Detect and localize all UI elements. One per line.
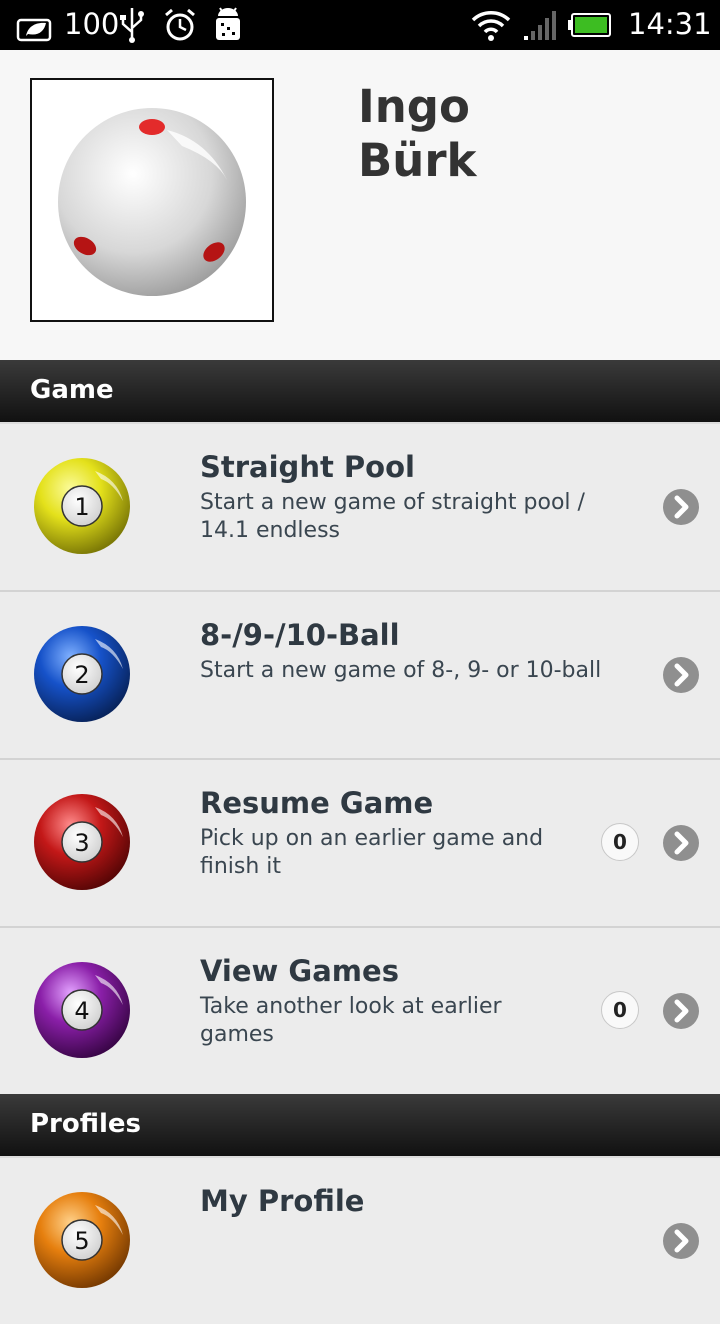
ball-2-icon: 2 [34, 626, 130, 722]
chevron-right-icon[interactable] [662, 488, 700, 526]
menu-item-8-9-10-ball[interactable]: 2 8-/9-/10-Ball Start a new game of 8-, … [0, 592, 720, 760]
leaf-battery-saver-icon [16, 18, 52, 42]
row-description: Take another look at earlier games [200, 994, 502, 1047]
section-title: Profiles [30, 1109, 142, 1139]
row-title: Straight Pool [200, 450, 415, 484]
profile-last-name: Bürk [358, 134, 477, 187]
row-description: Start a new game of 8-, 9- or 10-ball [200, 658, 602, 683]
signal-icon [524, 11, 556, 40]
status-bar: 100 14:31 [0, 0, 720, 50]
count-badge: 0 [601, 823, 639, 861]
usb-icon [120, 8, 144, 43]
menu-item-view-games[interactable]: 4 View Games Take another look at earlie… [0, 928, 720, 1096]
section-header-game: Game [0, 360, 720, 424]
menu-item-straight-pool[interactable]: 1 Straight Pool Start a new game of stra… [0, 424, 720, 592]
row-description: Start a new game of straight pool / 14.1… [200, 490, 585, 543]
section-header-profiles: Profiles [0, 1094, 720, 1158]
profile-avatar[interactable] [30, 78, 274, 322]
wifi-icon [471, 11, 511, 41]
ball-3-icon: 3 [34, 794, 130, 890]
ball-number: 2 [74, 661, 89, 689]
ball-5-icon: 5 [34, 1192, 130, 1288]
ball-4-icon: 4 [34, 962, 130, 1058]
ball-number: 3 [74, 829, 89, 857]
ball-number: 1 [74, 493, 89, 521]
chevron-right-icon[interactable] [662, 1222, 700, 1260]
alarm-icon [165, 8, 195, 41]
row-title: My Profile [200, 1184, 365, 1218]
ball-number: 5 [74, 1227, 89, 1255]
chevron-right-icon[interactable] [662, 992, 700, 1030]
profile-name: Ingo Bürk [358, 80, 688, 188]
menu-item-resume-game[interactable]: 3 Resume Game Pick up on an earlier game… [0, 760, 720, 928]
section-title: Game [30, 375, 114, 405]
profile-header: Ingo Bürk [0, 50, 720, 360]
chevron-right-icon[interactable] [662, 656, 700, 694]
ball-number: 4 [74, 997, 89, 1025]
clock-text: 14:31 [628, 7, 712, 41]
count-badge: 0 [601, 991, 639, 1029]
row-title: View Games [200, 954, 399, 988]
battery-level-text: 100 [64, 7, 120, 41]
android-debug-icon [216, 7, 240, 40]
ball-1-icon: 1 [34, 458, 130, 554]
row-title: 8-/9-/10-Ball [200, 618, 400, 652]
profile-first-name: Ingo [358, 80, 470, 133]
row-title: Resume Game [200, 786, 434, 820]
menu-item-my-profile[interactable]: 5 My Profile [0, 1158, 720, 1324]
row-description: Pick up on an earlier game and finish it [200, 826, 544, 879]
cue-ball-avatar-icon [58, 108, 246, 296]
chevron-right-icon[interactable] [662, 824, 700, 862]
battery-icon [568, 13, 611, 37]
